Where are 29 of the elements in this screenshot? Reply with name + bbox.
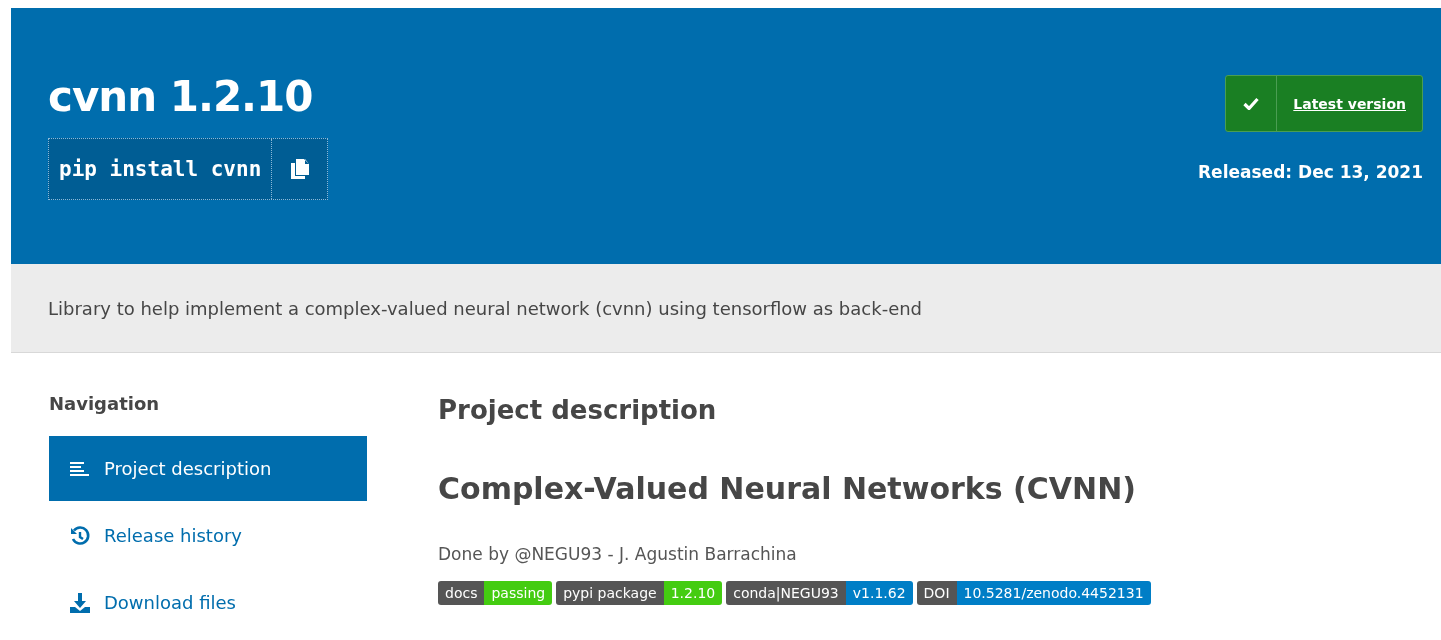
history-icon — [70, 525, 90, 546]
badge-value: 1.2.10 — [663, 581, 723, 605]
install-command: pip install cvnn — [58, 156, 263, 183]
sidebar-item[interactable]: Release history — [49, 503, 367, 568]
badge-label: docs — [438, 581, 485, 605]
package-summary: Library to help implement a complex-valued neural network (cvnn) using tensorflow as back-end — [48, 297, 923, 319]
sidebar-item[interactable]: Download files — [49, 570, 367, 635]
status-badge[interactable]: conda|NEGU93 v1.1.62 — [726, 581, 913, 605]
badge-value: 10.5281/zenodo.4452131 — [956, 581, 1151, 605]
status-badge[interactable]: docs passing — [438, 581, 553, 605]
badge-label: conda|NEGU93 — [726, 581, 846, 605]
sidebar-item[interactable]: Project description — [49, 436, 367, 501]
status-badge[interactable]: pypi package 1.2.10 — [556, 581, 723, 605]
badge-label: DOI — [916, 581, 957, 605]
section-heading: Project description — [438, 395, 718, 425]
project-title: Complex-Valued Neural Networks (CVNN) — [438, 471, 1137, 506]
checkmark-icon — [1243, 97, 1260, 110]
badge-value: passing — [484, 581, 553, 605]
copy-icon — [290, 159, 309, 179]
download-icon — [70, 592, 90, 613]
navigation-heading: Navigation — [49, 393, 161, 414]
package-title: cvnn 1.2.10 — [48, 71, 314, 123]
badge-label: pypi package — [556, 581, 664, 605]
release-date: Released: Dec 13, 2021 — [1198, 162, 1423, 182]
text-lines-icon — [70, 460, 90, 477]
badge-value: v1.1.62 — [845, 581, 913, 605]
author-line: Done by @NEGU93 - J. Agustin Barrachina — [438, 544, 798, 564]
status-badge[interactable]: DOI 10.5281/zenodo.4452131 — [916, 581, 1151, 605]
latest-version-link[interactable]: Latest version — [1277, 76, 1422, 131]
